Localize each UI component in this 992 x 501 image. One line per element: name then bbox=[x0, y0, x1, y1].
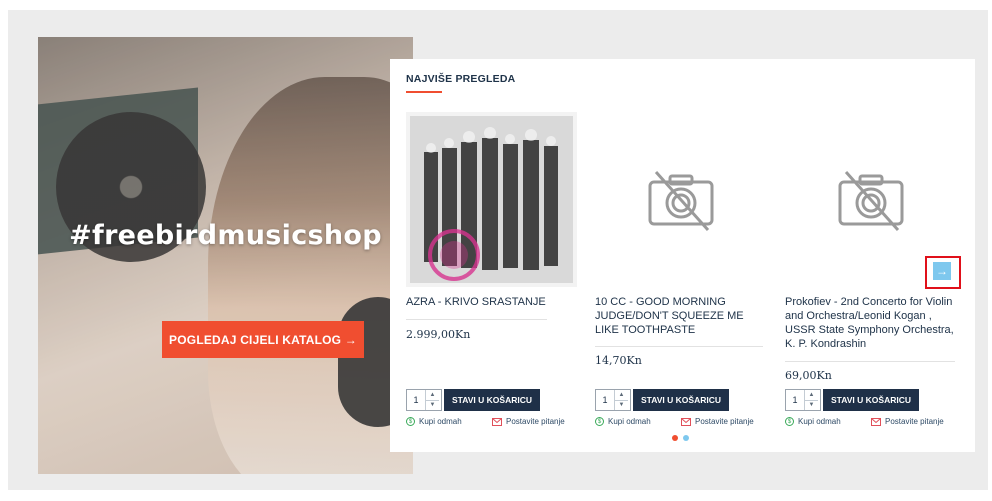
ask-question-link[interactable]: Postavite pitanje bbox=[492, 417, 565, 426]
album-cover-icon bbox=[406, 112, 577, 287]
quantity-stepper[interactable]: 1 ▲ ▼ bbox=[406, 389, 442, 411]
section-title-underline bbox=[406, 91, 442, 93]
hero-banner: #freebirdmusicshop POGLEDAJ CIJELI KATAL… bbox=[38, 37, 413, 474]
carousel-dot[interactable] bbox=[683, 435, 689, 441]
quantity-stepper[interactable]: 1 ▲ ▼ bbox=[785, 389, 821, 411]
no-image-icon bbox=[838, 170, 903, 231]
no-image-icon bbox=[648, 170, 713, 231]
product-image[interactable] bbox=[595, 112, 766, 287]
most-viewed-panel: NAJVIŠE PREGLEDA AZRA - KRIVO SRASTANJE … bbox=[390, 59, 975, 452]
quantity-up-icon[interactable]: ▲ bbox=[426, 390, 439, 400]
ask-question-link[interactable]: Postavite pitanje bbox=[681, 417, 754, 426]
highlight-box bbox=[925, 256, 961, 289]
quantity-up-icon[interactable]: ▲ bbox=[805, 390, 818, 400]
envelope-icon bbox=[492, 417, 502, 426]
product-price: 69,00Kn bbox=[785, 369, 832, 382]
ask-question-link[interactable]: Postavite pitanje bbox=[871, 417, 944, 426]
envelope-icon bbox=[871, 417, 881, 426]
section-title: NAJVIŠE PREGLEDA bbox=[406, 73, 516, 85]
product-title[interactable]: 10 CC - GOOD MORNING JUDGE/DON'T SQUEEZE… bbox=[595, 295, 767, 337]
quantity-value: 1 bbox=[602, 395, 608, 405]
hero-hashtag: #freebirdmusicshop bbox=[69, 220, 382, 251]
carousel-dot-active[interactable] bbox=[672, 435, 678, 441]
product-card: AZRA - KRIVO SRASTANJE 2.999,00Kn 1 ▲ ▼ … bbox=[406, 112, 581, 442]
carousel-dots bbox=[672, 435, 689, 441]
quantity-stepper[interactable]: 1 ▲ ▼ bbox=[595, 389, 631, 411]
product-title[interactable]: Prokofiev - 2nd Concerto for Violin and … bbox=[785, 295, 957, 351]
quantity-value: 1 bbox=[413, 395, 419, 405]
quantity-down-icon[interactable]: ▼ bbox=[615, 399, 628, 411]
add-to-cart-button[interactable]: STAVI U KOŠARICU bbox=[633, 389, 729, 411]
envelope-icon bbox=[681, 417, 691, 426]
product-price: 14,70Kn bbox=[595, 354, 642, 367]
quantity-up-icon[interactable]: ▲ bbox=[615, 390, 628, 400]
view-catalog-button[interactable]: POGLEDAJ CIJELI KATALOG → bbox=[162, 321, 364, 358]
product-card: 10 CC - GOOD MORNING JUDGE/DON'T SQUEEZE… bbox=[595, 112, 770, 442]
add-to-cart-button[interactable]: STAVI U KOŠARICU bbox=[823, 389, 919, 411]
quantity-down-icon[interactable]: ▼ bbox=[426, 399, 439, 411]
quantity-down-icon[interactable]: ▼ bbox=[805, 399, 818, 411]
buy-now-link[interactable]: $ Kupi odmah bbox=[595, 417, 651, 426]
coin-icon: $ bbox=[785, 417, 794, 426]
add-to-cart-button[interactable]: STAVI U KOŠARICU bbox=[444, 389, 540, 411]
coin-icon: $ bbox=[595, 417, 604, 426]
product-title[interactable]: AZRA - KRIVO SRASTANJE bbox=[406, 295, 578, 309]
coin-icon: $ bbox=[406, 417, 415, 426]
buy-now-link[interactable]: $ Kupi odmah bbox=[406, 417, 462, 426]
buy-now-link[interactable]: $ Kupi odmah bbox=[785, 417, 841, 426]
product-image[interactable] bbox=[406, 112, 577, 287]
quantity-value: 1 bbox=[792, 395, 798, 405]
product-price: 2.999,00Kn bbox=[406, 328, 471, 341]
